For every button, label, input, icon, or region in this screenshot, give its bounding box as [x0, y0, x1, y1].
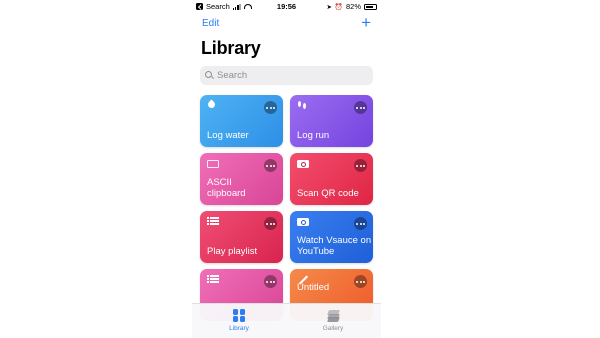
video-icon — [297, 217, 309, 227]
location-icon: ➤ — [326, 3, 332, 11]
more-options-button[interactable] — [354, 217, 367, 230]
shortcut-card-play-playlist[interactable]: Play playlist — [200, 211, 283, 263]
search-icon — [205, 70, 212, 78]
tab-gallery-label: Gallery — [322, 325, 344, 332]
more-options-button[interactable] — [264, 275, 277, 288]
shortcut-card-log-water[interactable]: Log water — [200, 95, 283, 147]
alarm-icon: ⏰ — [334, 3, 343, 11]
shortcut-label: Watch Vsauce on YouTube — [297, 235, 372, 257]
status-bar: Search 19:56 ➤ ⏰ 82% — [192, 0, 381, 12]
shortcut-label: Scan QR code — [297, 188, 359, 199]
edit-button[interactable]: Edit — [202, 18, 219, 29]
battery-percent: 82% — [345, 2, 361, 11]
camera-icon — [297, 159, 309, 169]
search-placeholder: Search — [217, 70, 248, 81]
water-drop-icon — [206, 99, 219, 111]
battery-icon — [364, 3, 377, 10]
search-input[interactable]: Search — [200, 66, 373, 85]
tab-bar: Library Gallery — [192, 303, 381, 338]
tab-gallery[interactable]: Gallery — [303, 309, 363, 332]
footprints-icon — [297, 101, 309, 111]
keyboard-icon — [207, 159, 219, 169]
list-icon — [207, 217, 219, 227]
status-right: ➤ ⏰ 82% — [326, 2, 377, 11]
shortcut-card-scan-qr-code[interactable]: Scan QR code — [290, 153, 373, 205]
page-title: Library — [201, 38, 261, 58]
shortcut-label: Play playlist — [207, 246, 258, 257]
more-options-button[interactable] — [264, 217, 277, 230]
shortcut-label: Log run — [297, 130, 330, 141]
more-options-button[interactable] — [354, 159, 367, 172]
phone-screen: Search 19:56 ➤ ⏰ 82% Edit + Library Sear… — [192, 0, 381, 338]
shortcut-label: Log water — [207, 130, 249, 141]
shortcut-label: Untitled — [297, 282, 330, 293]
layers-icon — [326, 309, 340, 322]
grid-icon — [232, 309, 246, 322]
shortcut-label: ASCII clipboard — [207, 177, 246, 199]
shortcut-card-watch-vsauce[interactable]: Watch Vsauce on YouTube — [290, 211, 373, 263]
shortcut-card-ascii-clipboard[interactable]: ASCII clipboard — [200, 153, 283, 205]
more-options-button[interactable] — [264, 101, 277, 114]
tab-library-label: Library — [229, 325, 249, 332]
more-options-button[interactable] — [264, 159, 277, 172]
add-shortcut-button[interactable]: + — [361, 14, 371, 31]
shortcut-card-log-run[interactable]: Log run — [290, 95, 373, 147]
list-icon — [207, 275, 219, 285]
tab-library[interactable]: Library — [209, 309, 269, 332]
more-options-button[interactable] — [354, 101, 367, 114]
